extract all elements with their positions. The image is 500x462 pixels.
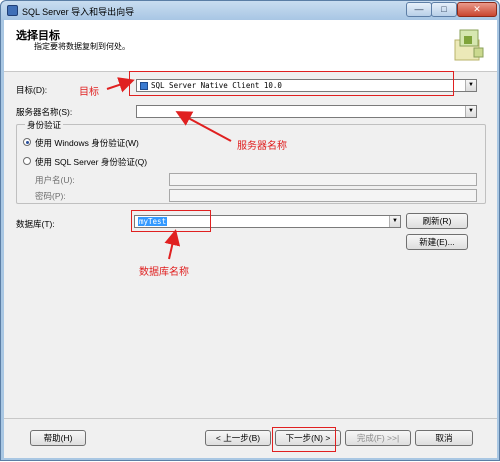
minimize-button[interactable]: —	[406, 2, 432, 17]
password-input[interactable]	[169, 189, 477, 202]
chevron-down-icon[interactable]: ▼	[389, 216, 400, 227]
authentication-group-title: 身份验证	[25, 119, 64, 131]
chevron-down-icon[interactable]: ▼	[465, 106, 476, 117]
server-annotation: 服务器名称	[237, 141, 287, 152]
destination-label: 目标(D):	[16, 85, 48, 95]
chevron-down-icon[interactable]: ▼	[465, 80, 476, 91]
page-subtitle: 指定要将数据复制到何处。	[34, 42, 130, 51]
destination-highlight	[129, 71, 454, 96]
windows-auth-label[interactable]: 使用 Windows 身份验证(W)	[35, 137, 139, 149]
finish-button[interactable]: 完成(F) >>|	[345, 430, 411, 446]
title-bar[interactable]: SQL Server 导入和导出向导 — □ ✕	[1, 1, 499, 20]
wizard-button-bar: 帮助(H) < 上一步(B) 下一步(N) > 完成(F) >>| 取消	[4, 418, 497, 458]
page-header: 选择目标 指定要将数据复制到何处。	[4, 20, 497, 72]
sql-auth-radio[interactable]	[23, 157, 31, 165]
new-database-button[interactable]: 新建(E)...	[406, 234, 468, 250]
maximize-button[interactable]: □	[431, 2, 457, 17]
authentication-group: 身份验证 使用 Windows 身份验证(W) 使用 SQL Server 身份…	[16, 119, 486, 204]
database-highlight	[131, 210, 211, 232]
app-icon	[7, 5, 18, 16]
server-name-label: 服务器名称(S):	[16, 107, 73, 117]
password-label: 密码(P):	[35, 191, 66, 201]
destination-annotation: 目标	[79, 87, 99, 98]
username-label: 用户名(U):	[35, 175, 75, 185]
database-label: 数据库(T):	[16, 219, 55, 229]
wizard-window: SQL Server 导入和导出向导 — □ ✕ 选择目标 指定要将数据复制到何…	[0, 0, 500, 461]
next-button-highlight	[272, 427, 336, 452]
cancel-button[interactable]: 取消	[415, 430, 473, 446]
back-button[interactable]: < 上一步(B)	[205, 430, 271, 446]
windows-auth-radio[interactable]	[23, 138, 31, 146]
refresh-button[interactable]: 刷新(R)	[406, 213, 468, 229]
help-button[interactable]: 帮助(H)	[30, 430, 86, 446]
server-name-combo[interactable]: ▼	[136, 105, 477, 118]
database-annotation: 数据库名称	[139, 267, 189, 278]
window-title: SQL Server 导入和导出向导	[22, 7, 135, 17]
wizard-banner-icon	[454, 29, 484, 61]
sql-auth-label[interactable]: 使用 SQL Server 身份验证(Q)	[35, 156, 147, 168]
close-button[interactable]: ✕	[457, 2, 497, 17]
username-input[interactable]	[169, 173, 477, 186]
